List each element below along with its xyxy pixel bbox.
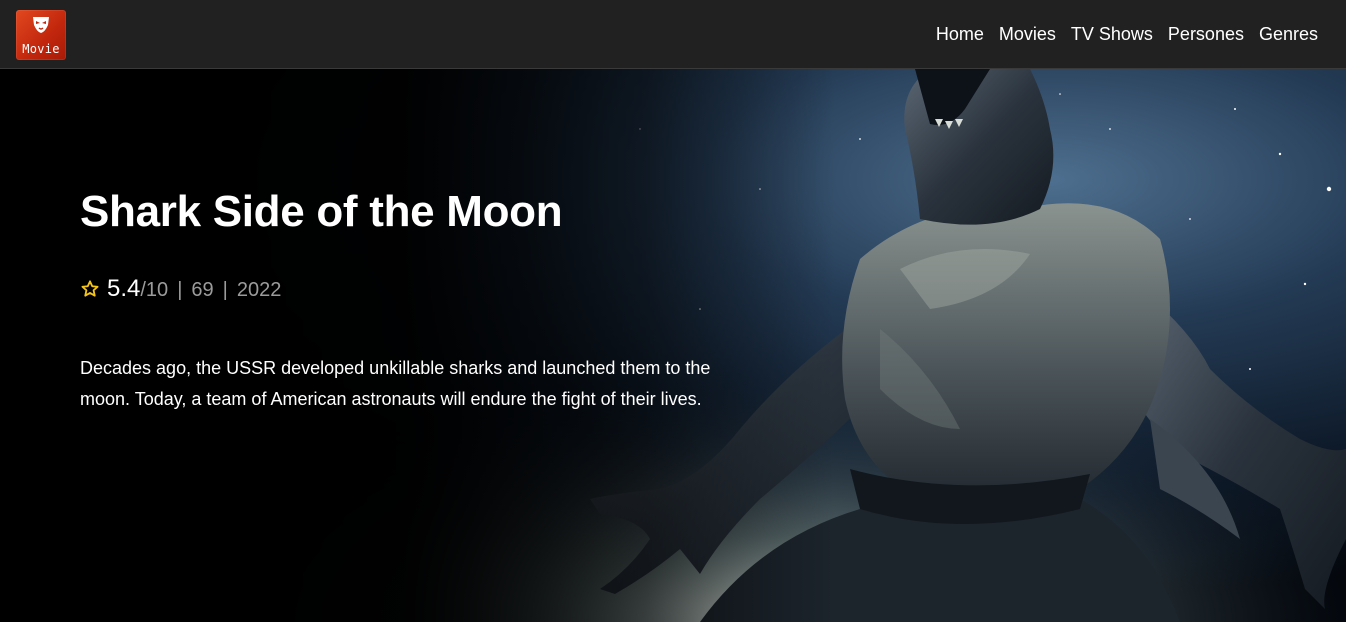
rating-value: 5.4 (107, 275, 141, 302)
main-nav: Home Movies TV Shows Persones Genres (921, 0, 1318, 69)
nav-tv-shows-link[interactable]: TV Shows (1071, 24, 1153, 45)
logo-text: Movie (22, 42, 60, 56)
meta-separator: | (177, 279, 183, 301)
nav-home-link[interactable]: Home (936, 24, 984, 45)
hero-gradient-overlay (0, 69, 1346, 622)
release-year: 2022 (236, 279, 282, 301)
movie-title: Shark Side of the Moon (80, 187, 563, 236)
top-navbar: Movie Home Movies TV Shows Persones Genr… (0, 0, 1346, 69)
nav-movies-link[interactable]: Movies (999, 24, 1056, 45)
movie-hero: Shark Side of the Moon 5.4 /10 | 69 | 20… (0, 69, 1346, 622)
star-outline-icon (81, 280, 99, 297)
mask-icon (33, 17, 49, 33)
movie-meta: 5.4 /10 | 69 | 2022 (80, 275, 281, 303)
rating-max: /10 (140, 279, 169, 301)
nav-persones-link[interactable]: Persones (1168, 24, 1244, 45)
vote-count: 69 (191, 279, 214, 301)
meta-separator: | (222, 279, 228, 301)
site-logo[interactable]: Movie (16, 10, 66, 60)
movie-overview: Decades ago, the USSR developed unkillab… (80, 358, 711, 409)
nav-genres-link[interactable]: Genres (1259, 24, 1318, 45)
